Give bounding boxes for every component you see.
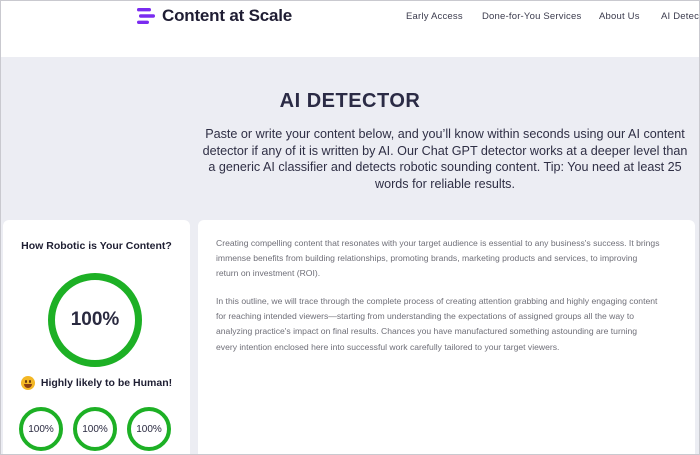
site-header: Content at Scale Early Access Done-for-Y…	[1, 1, 700, 57]
score-value: 100%	[70, 309, 120, 330]
nav-done-for-you-services[interactable]: Done-for-You Services	[482, 11, 581, 22]
grinning-face-icon	[20, 376, 35, 390]
score-panel-title: How Robotic is Your Content?	[21, 240, 172, 252]
sub-score-value: 100%	[28, 423, 54, 435]
verdict: Highly likely to be Human!	[3, 376, 190, 390]
sub-score-value: 100%	[136, 423, 162, 435]
content-paragraph: In this outline, we will trace through t…	[216, 296, 658, 352]
sub-score-value: 100%	[82, 423, 108, 435]
content-paragraph: Creating compelling content that resonat…	[216, 238, 660, 279]
nav-ai-detector[interactable]: AI Detect	[661, 11, 700, 22]
nav-early-access[interactable]: Early Access	[406, 11, 463, 22]
verdict-text: Highly likely to be Human!	[40, 377, 173, 389]
score-panel: How Robotic is Your Content? 100% Highly…	[3, 220, 190, 455]
page-title: AI DETECTOR	[279, 90, 421, 112]
page-description: Paste or write your content below, and y…	[202, 127, 688, 191]
main-nav: Early Access Done-for-You Services About…	[1, 11, 700, 23]
nav-about-us[interactable]: About Us	[599, 11, 640, 22]
content-input-area[interactable]: Creating compelling content that resonat…	[198, 220, 695, 455]
